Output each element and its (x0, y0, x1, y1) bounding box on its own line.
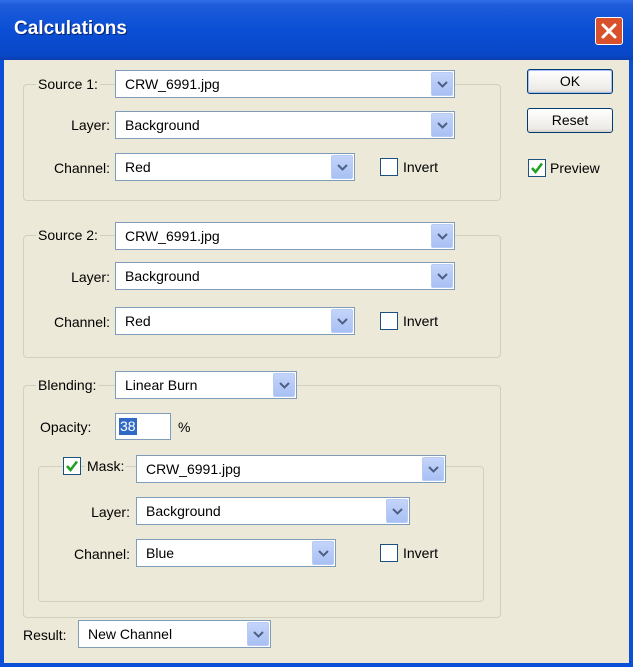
source1-layer-select[interactable]: Background (115, 111, 455, 139)
blending-label: Blending: (36, 376, 99, 394)
mask-select[interactable]: CRW_6991.jpg (136, 455, 446, 483)
mask-invert-label: Invert (403, 545, 439, 561)
mask-channel-dropdown-button[interactable] (312, 541, 334, 565)
source1-channel-select[interactable]: Red (115, 153, 355, 181)
chevron-down-icon (428, 466, 439, 473)
mask-layer-value: Background (146, 503, 221, 519)
chevron-down-icon (437, 122, 448, 129)
source1-group (23, 84, 501, 201)
mask-invert-checkbox[interactable] (380, 544, 398, 562)
source1-layer-value: Background (125, 117, 200, 133)
opacity-unit: % (178, 419, 191, 435)
checkmark-icon (531, 162, 544, 175)
source1-select[interactable]: CRW_6991.jpg (115, 70, 455, 98)
result-label: Result: (23, 627, 67, 643)
preview-label: Preview (550, 160, 600, 176)
opacity-input[interactable]: 38 (115, 413, 171, 440)
source1-layer-label: Layer: (71, 117, 110, 133)
source2-channel-value: Red (125, 313, 151, 329)
blending-select[interactable]: Linear Burn (115, 371, 297, 399)
close-icon (601, 23, 617, 39)
source1-channel-value: Red (125, 159, 151, 175)
preview-checkbox[interactable] (528, 159, 546, 177)
result-dropdown-button[interactable] (247, 622, 269, 646)
source2-layer-label: Layer: (71, 269, 110, 285)
chevron-down-icon (337, 318, 348, 325)
source2-channel-label: Channel: (53, 314, 110, 330)
mask-layer-dropdown-button[interactable] (386, 499, 408, 523)
chevron-down-icon (337, 164, 348, 171)
opacity-label: Opacity: (40, 419, 92, 435)
ok-button[interactable]: OK (527, 69, 613, 94)
source1-channel-label: Channel: (53, 160, 110, 176)
close-button[interactable] (595, 17, 623, 45)
source2-invert-checkbox[interactable] (380, 312, 398, 330)
source1-value: CRW_6991.jpg (125, 76, 220, 92)
mask-channel-select[interactable]: Blue (136, 539, 336, 567)
calculations-dialog: Calculations OK Reset Preview Source 1: … (0, 0, 633, 667)
source2-layer-value: Background (125, 268, 200, 284)
window-frame-bottom (0, 663, 633, 667)
source2-value: CRW_6991.jpg (125, 228, 220, 244)
mask-layer-label: Layer: (91, 504, 130, 520)
result-value: New Channel (88, 626, 173, 642)
mask-layer-select[interactable]: Background (136, 497, 410, 525)
chevron-down-icon (437, 81, 448, 88)
mask-group (38, 466, 484, 602)
source2-select[interactable]: CRW_6991.jpg (115, 222, 455, 250)
source2-invert-label: Invert (403, 313, 439, 329)
mask-checkbox[interactable] (63, 457, 81, 475)
source1-layer-dropdown-button[interactable] (431, 113, 453, 137)
chevron-down-icon (392, 508, 403, 515)
mask-channel-label: Channel: (73, 546, 130, 562)
source1-label: Source 1: (36, 75, 100, 93)
source2-label: Source 2: (36, 226, 100, 244)
source2-channel-select[interactable]: Red (115, 307, 355, 335)
chevron-down-icon (318, 550, 329, 557)
reset-button[interactable]: Reset (527, 108, 613, 133)
source2-layer-dropdown-button[interactable] (431, 264, 453, 288)
window-frame-right (629, 60, 633, 667)
blending-dropdown-button[interactable] (273, 373, 295, 397)
source1-dropdown-button[interactable] (431, 72, 453, 96)
title-bar[interactable]: Calculations (0, 0, 633, 60)
checkmark-icon (66, 460, 79, 473)
window-frame-left (0, 60, 4, 667)
mask-channel-value: Blue (146, 545, 175, 561)
blending-value: Linear Burn (125, 377, 198, 393)
source2-channel-dropdown-button[interactable] (331, 309, 353, 333)
mask-value: CRW_6991.jpg (146, 461, 241, 477)
mask-label: Mask: (85, 457, 127, 475)
source2-group (23, 235, 501, 358)
result-select[interactable]: New Channel (78, 620, 271, 648)
source1-invert-label: Invert (403, 159, 439, 175)
chevron-down-icon (437, 273, 448, 280)
window-title: Calculations (14, 18, 127, 39)
opacity-value: 38 (119, 418, 137, 435)
chevron-down-icon (253, 631, 264, 638)
source2-dropdown-button[interactable] (431, 224, 453, 248)
chevron-down-icon (279, 382, 290, 389)
source2-layer-select[interactable]: Background (115, 262, 455, 290)
chevron-down-icon (437, 233, 448, 240)
source1-channel-dropdown-button[interactable] (331, 155, 353, 179)
mask-dropdown-button[interactable] (422, 457, 444, 481)
source1-invert-checkbox[interactable] (380, 158, 398, 176)
